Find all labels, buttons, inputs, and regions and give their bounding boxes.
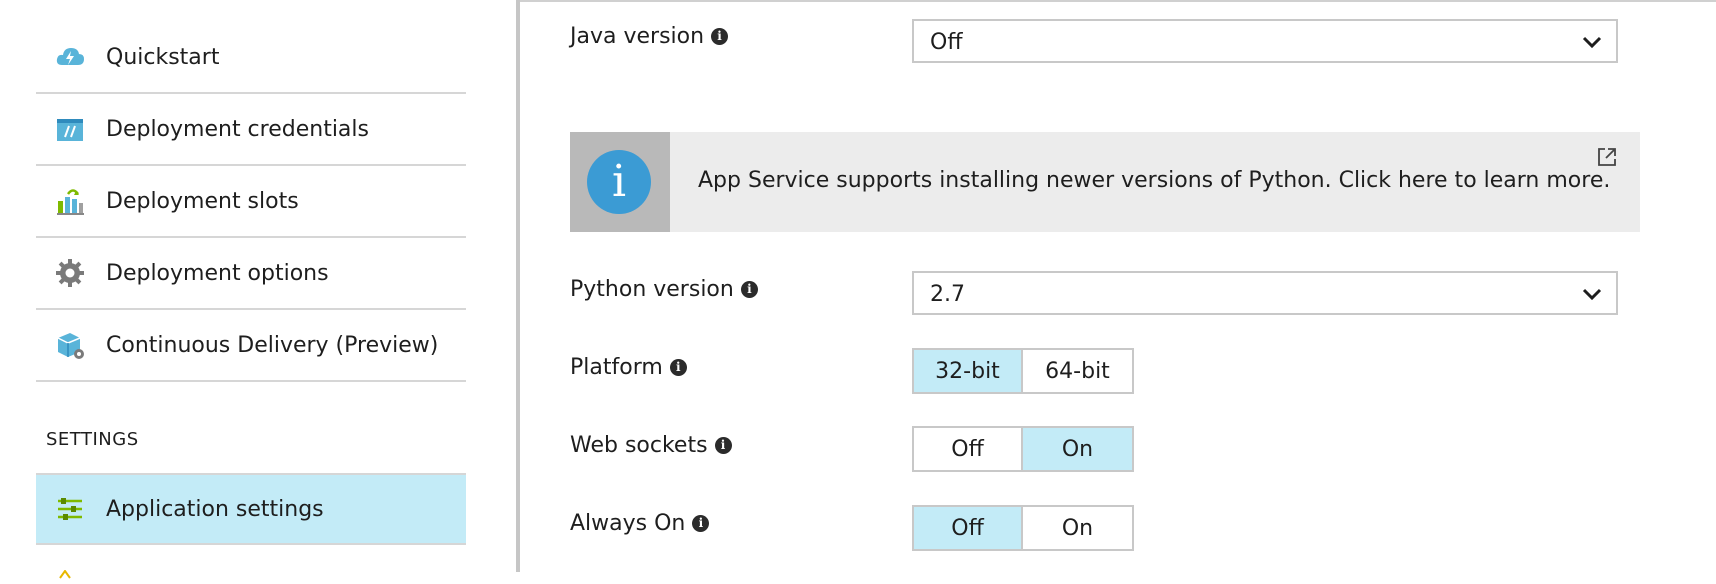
web-sockets-label: Web sockets i	[570, 433, 732, 458]
sidebar-item-deployment-slots[interactable]: Deployment slots	[36, 166, 466, 238]
gear-icon	[54, 257, 86, 289]
always-on-label: Always On i	[570, 511, 710, 536]
sidebar-item-label: Application settings	[106, 496, 324, 522]
cloud-lightning-icon	[54, 41, 86, 73]
web-sockets-text: Web sockets	[570, 433, 708, 458]
platform-label: Platform i	[570, 355, 687, 380]
sidebar-item-label: Deployment credentials	[106, 116, 369, 142]
sidebar-item-quickstart[interactable]: Quickstart	[36, 22, 466, 94]
info-icon[interactable]: i	[711, 28, 729, 45]
sidebar-item-continuous-delivery[interactable]: Continuous Delivery (Preview)	[36, 310, 466, 382]
package-icon	[54, 329, 86, 361]
external-link-icon[interactable]	[1596, 146, 1618, 168]
chevron-down-icon	[1582, 34, 1602, 49]
info-icon: i	[587, 150, 651, 214]
python-version-select[interactable]: 2.7	[912, 271, 1618, 315]
header-divider	[520, 0, 1716, 2]
banner-message[interactable]: App Service supports installing newer ve…	[698, 168, 1610, 193]
sidebar-item-label: Continuous Delivery (Preview)	[106, 332, 439, 358]
info-icon[interactable]: i	[692, 515, 710, 532]
sidebar-item-label: Quickstart	[106, 44, 220, 70]
java-version-label: Java version i	[570, 24, 729, 49]
sidebar-item-label: Deployment slots	[106, 188, 299, 214]
sidebar-item-deployment-options[interactable]: Deployment options	[36, 238, 466, 310]
info-icon[interactable]: i	[714, 437, 732, 454]
platform-option-64bit[interactable]: 64-bit	[1023, 348, 1134, 394]
always-on-toggle: Off On	[912, 505, 1134, 551]
python-version-label: Python version i	[570, 277, 758, 302]
web-sockets-toggle: Off On	[912, 426, 1134, 472]
sidebar-item-label: Deployment options	[106, 260, 329, 286]
sidebar-section-settings: SETTINGS	[46, 429, 139, 450]
always-on-option-off[interactable]: Off	[912, 505, 1023, 551]
sidebar-divider[interactable]	[516, 0, 520, 572]
python-info-banner[interactable]: i App Service supports installing newer …	[570, 132, 1640, 232]
web-sockets-option-off[interactable]: Off	[912, 426, 1023, 472]
always-on-text: Always On	[570, 511, 686, 536]
credentials-icon	[54, 113, 86, 145]
slots-icon	[54, 185, 86, 217]
platform-option-32bit[interactable]: 32-bit	[912, 348, 1023, 394]
python-version-text: Python version	[570, 277, 734, 302]
sliders-icon	[54, 493, 86, 525]
sidebar-item-application-settings[interactable]: Application settings	[36, 473, 466, 545]
banner-icon-box: i	[570, 132, 670, 232]
chevron-down-icon	[1582, 286, 1602, 301]
java-version-select[interactable]: Off	[912, 19, 1618, 63]
web-sockets-option-on[interactable]: On	[1023, 426, 1134, 472]
java-version-value: Off	[930, 30, 963, 55]
platform-toggle: 32-bit 64-bit	[912, 348, 1134, 394]
info-icon[interactable]: i	[740, 281, 758, 298]
sidebar-item-deployment-credentials[interactable]: Deployment credentials	[36, 94, 466, 166]
python-version-value: 2.7	[930, 282, 965, 307]
info-icon[interactable]: i	[669, 359, 687, 376]
always-on-option-on[interactable]: On	[1023, 505, 1134, 551]
platform-text: Platform	[570, 355, 663, 380]
java-version-text: Java version	[570, 24, 705, 49]
key-icon	[58, 565, 72, 579]
sidebar: Quickstart Deployment credentials Deploy…	[0, 0, 520, 579]
